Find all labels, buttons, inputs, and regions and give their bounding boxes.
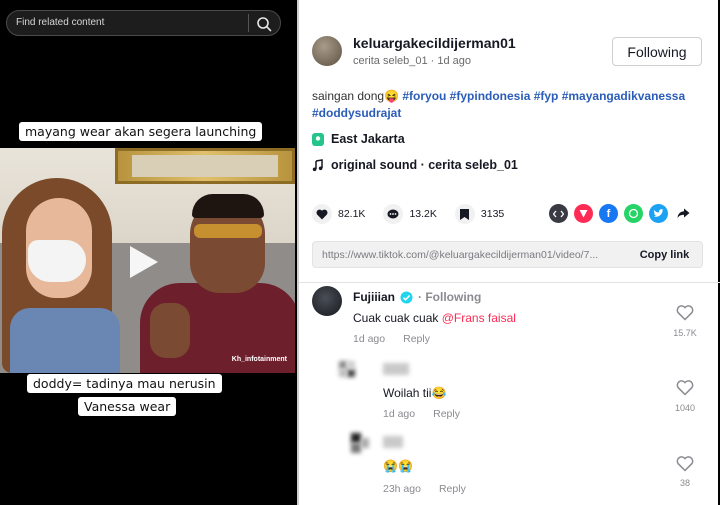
- location-label: East Jakarta: [331, 132, 405, 146]
- blurred-username[interactable]: [383, 363, 409, 375]
- comment-like-icon[interactable]: [676, 380, 694, 396]
- blurred-avatar-part: [347, 369, 355, 377]
- comment-meta: 1d ago Reply: [383, 408, 460, 420]
- comment-body: Cuak cuak cuak: [353, 311, 442, 325]
- video-caption-bottom-2: Vanessa wear: [78, 397, 177, 416]
- sound-row[interactable]: original sound · cerita seleb_01: [312, 158, 518, 172]
- reply-button[interactable]: Reply: [439, 483, 466, 495]
- blurred-avatar[interactable]: [351, 433, 361, 443]
- blurred-avatar-part: [351, 443, 361, 453]
- hand: [150, 303, 190, 358]
- share-buttons: f: [549, 204, 693, 223]
- share-arrow-icon[interactable]: [674, 204, 693, 223]
- video-link-box: https://www.tiktok.com/@keluargakecildij…: [312, 241, 703, 268]
- search-bar[interactable]: Find related content: [6, 10, 281, 36]
- video-caption-bottom-1: doddy= tadinya mau nerusin: [27, 374, 222, 393]
- like-stat[interactable]: 82.1K: [312, 204, 365, 224]
- comment-like-count: 38: [679, 478, 690, 488]
- like-count: 82.1K: [338, 208, 366, 220]
- comment-mention[interactable]: @Frans faisal: [442, 311, 516, 325]
- heart-icon[interactable]: [312, 204, 332, 224]
- save-count: 3135: [480, 208, 505, 220]
- author-subline: cerita seleb_01 · 1d ago: [353, 55, 472, 67]
- search-divider: [248, 14, 249, 32]
- comment-like-count: 15.7K: [673, 328, 697, 338]
- author-avatar[interactable]: [312, 36, 342, 66]
- search-input[interactable]: Find related content: [16, 17, 104, 28]
- comment-text: 😭😭: [383, 459, 413, 473]
- comment-like-count: 1040: [674, 403, 696, 413]
- following-badge: · Following: [418, 290, 482, 304]
- post-description: saingan dong😝 #foryou #fypindonesia #fyp…: [312, 89, 685, 103]
- music-note-icon: [312, 158, 323, 171]
- sound-label: original sound · cerita seleb_01: [331, 158, 518, 172]
- comment-time: 23h ago: [383, 483, 421, 495]
- comment-like-icon[interactable]: [676, 305, 694, 321]
- video-player[interactable]: Kh_infotainment: [0, 148, 295, 373]
- comment-time: 1d ago: [353, 333, 386, 345]
- video-caption-top: mayang wear akan segera launching: [19, 122, 263, 141]
- sunglasses: [194, 224, 262, 238]
- commenter-name[interactable]: Fujiiian: [353, 290, 395, 304]
- description-text: saingan dong😝: [312, 89, 403, 103]
- bookmark-icon[interactable]: [454, 204, 475, 224]
- commenter-name-row[interactable]: Fujiiian · Following: [353, 290, 481, 304]
- author-username[interactable]: keluargakecildijerman01: [353, 35, 516, 51]
- play-icon[interactable]: [130, 246, 158, 278]
- following-button[interactable]: Following: [612, 37, 702, 66]
- save-stat[interactable]: 3135: [454, 204, 505, 224]
- verified-badge-icon: [400, 291, 413, 303]
- comment-text: Cuak cuak cuak @Frans faisal: [353, 311, 516, 325]
- engagement-stats: 82.1K 13.2K 3135: [312, 204, 522, 224]
- man-hair: [192, 194, 264, 218]
- send-to-friends-icon[interactable]: [574, 204, 593, 223]
- divider: [299, 282, 720, 283]
- comment-like-icon[interactable]: [676, 456, 694, 472]
- copy-link-button[interactable]: Copy link: [627, 242, 702, 267]
- comment-text: Woilah tii😂: [383, 386, 447, 400]
- post-detail-panel: keluargakecildijerman01 cerita seleb_01 …: [297, 0, 720, 505]
- video-link-url[interactable]: https://www.tiktok.com/@keluargakecildij…: [322, 249, 622, 261]
- face-mask: [28, 240, 86, 282]
- facebook-icon[interactable]: f: [599, 204, 618, 223]
- embed-icon[interactable]: [549, 204, 568, 223]
- blurred-avatar-part: [339, 369, 347, 377]
- twitter-icon[interactable]: [649, 204, 668, 223]
- commenter-avatar[interactable]: [312, 286, 342, 316]
- whatsapp-icon[interactable]: [624, 204, 643, 223]
- video-panel: Find related content Kh_infotainment may…: [0, 0, 295, 505]
- woman-jacket: [10, 308, 120, 373]
- blurred-avatar-part: [347, 361, 355, 369]
- comment-meta: 1d ago Reply: [353, 333, 430, 345]
- blurred-username[interactable]: [383, 436, 403, 448]
- blurred-avatar[interactable]: [339, 361, 347, 369]
- comment-stat[interactable]: 13.2K: [383, 204, 437, 224]
- location-pin-icon: [312, 132, 324, 146]
- video-watermark: Kh_infotainment: [231, 356, 287, 363]
- blurred-avatar-part: [361, 438, 369, 448]
- comment-count: 13.2K: [409, 208, 437, 220]
- reply-button[interactable]: Reply: [433, 408, 460, 420]
- comment-icon[interactable]: [383, 204, 404, 224]
- hashtags-line-1[interactable]: #foryou #fypindonesia #fyp #mayangadikva…: [402, 89, 685, 103]
- painting-frame: [115, 148, 295, 184]
- search-icon[interactable]: [256, 16, 272, 32]
- hashtags-line-2[interactable]: #doddysudrajat: [312, 106, 401, 120]
- reply-button[interactable]: Reply: [403, 333, 430, 345]
- comment-time: 1d ago: [383, 408, 416, 420]
- location-row[interactable]: East Jakarta: [312, 132, 405, 146]
- comment-meta: 23h ago Reply: [383, 483, 466, 495]
